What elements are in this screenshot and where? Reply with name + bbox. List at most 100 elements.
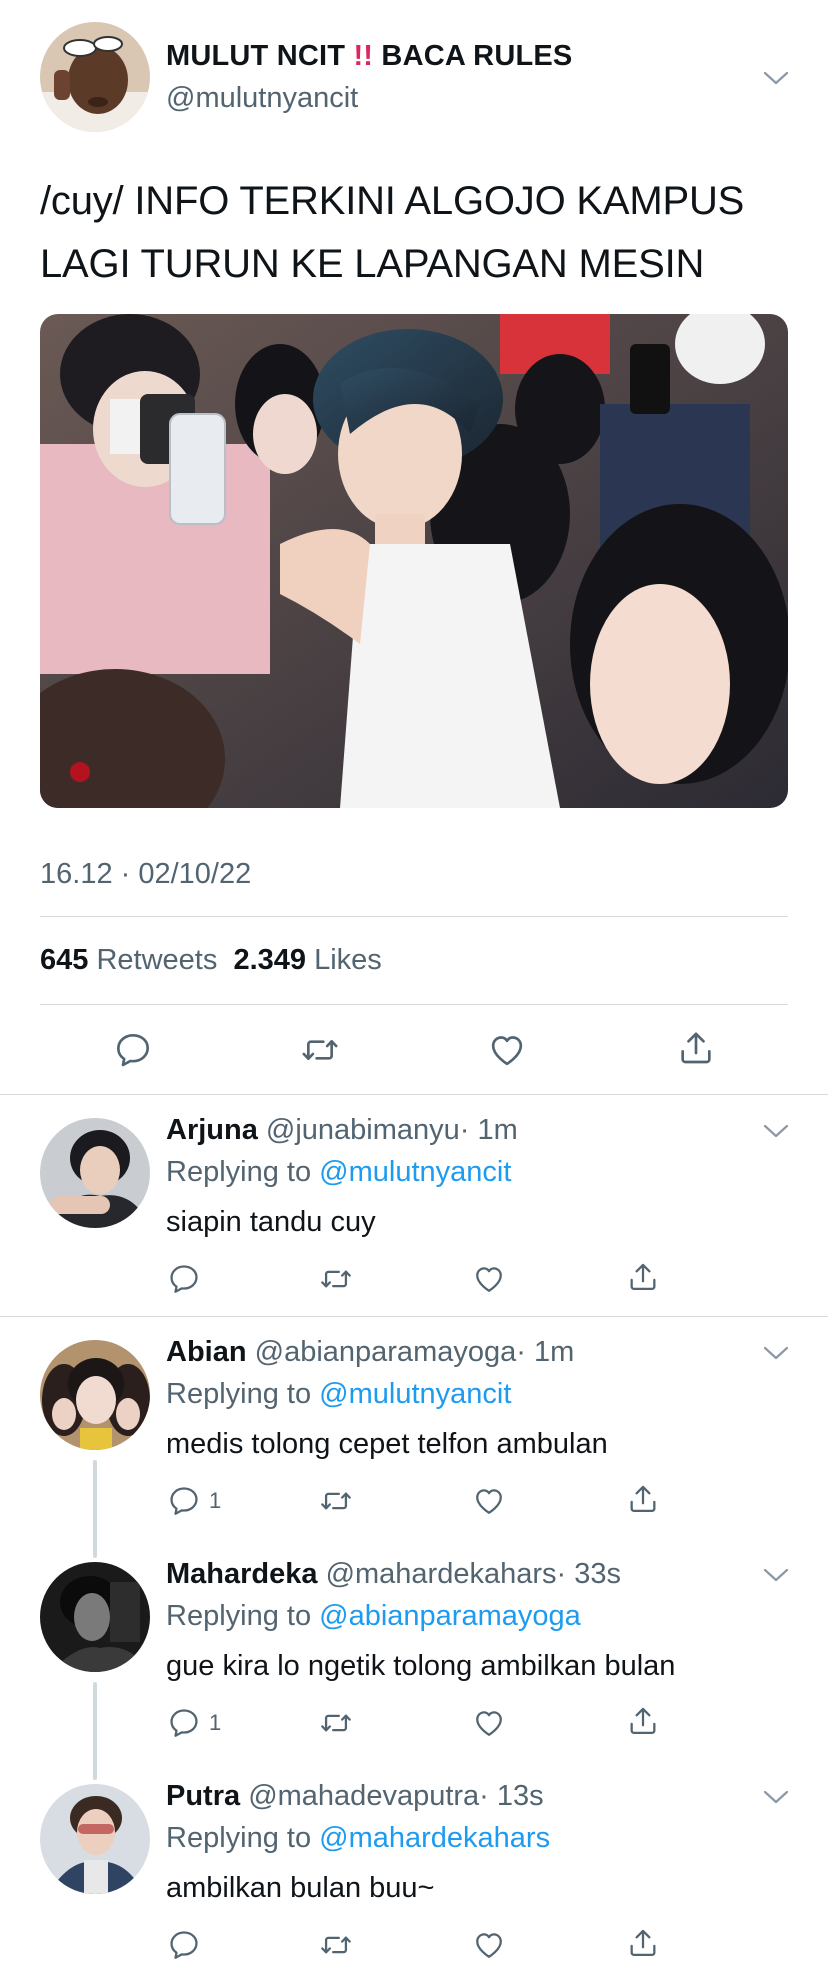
reply-time: · 33s: [556, 1558, 622, 1590]
replying-to: Replying to @mulutnyancit: [166, 1378, 511, 1411]
reply-header: Putra @mahadevaputra· 13s: [166, 1780, 544, 1813]
replying-to-label: Replying to: [166, 1156, 312, 1188]
divider: [0, 1316, 828, 1317]
retweet-icon: [318, 1706, 354, 1740]
double-exclamation-emoji: !!: [345, 40, 382, 72]
retweet-button[interactable]: [299, 1030, 341, 1070]
retweet-button[interactable]: [318, 1706, 354, 1740]
replying-to-link[interactable]: @mulutnyancit: [319, 1156, 511, 1188]
reply-icon: [167, 1484, 201, 1518]
share-button[interactable]: [626, 1704, 660, 1738]
main-avatar[interactable]: [40, 22, 150, 132]
replying-to: Replying to @abianparamayoga: [166, 1600, 581, 1633]
like-icon: [472, 1928, 506, 1962]
reply-header: Abian @abianparamayoga· 1m: [166, 1336, 574, 1369]
like-icon: [487, 1030, 527, 1070]
share-button[interactable]: [676, 1028, 716, 1068]
likes-stat[interactable]: 2.349 Likes: [233, 944, 381, 976]
reply-text: siapin tandu cuy: [166, 1206, 376, 1238]
avatar[interactable]: [40, 1118, 150, 1228]
replying-to-link[interactable]: @mahardekahars: [319, 1822, 550, 1854]
reply-icon: [113, 1030, 153, 1070]
thread-connector: [93, 1682, 97, 1780]
like-button[interactable]: [487, 1030, 527, 1070]
reply-author-name[interactable]: Arjuna: [166, 1114, 258, 1146]
engagement-stats: 645 Retweets 2.349 Likes: [40, 944, 382, 977]
divider: [40, 1004, 788, 1005]
likes-label: Likes: [314, 944, 382, 976]
likes-count: 2.349: [233, 944, 307, 976]
like-icon: [472, 1262, 506, 1296]
reply-author-name[interactable]: Putra: [166, 1780, 240, 1812]
replying-to-label: Replying to: [166, 1822, 312, 1854]
share-button[interactable]: [626, 1260, 660, 1294]
tweet-photo[interactable]: [40, 314, 788, 808]
chevron-down-icon[interactable]: [762, 1344, 790, 1362]
replying-to-link[interactable]: @abianparamayoga: [319, 1600, 581, 1632]
retweet-button[interactable]: [318, 1262, 354, 1296]
reply-button[interactable]: [167, 1928, 201, 1962]
reply-author-handle[interactable]: @mahadevaputra: [248, 1780, 479, 1812]
reply-time: · 13s: [479, 1780, 544, 1812]
share-icon: [626, 1260, 660, 1294]
tweet-timestamp: 16.12 · 02/10/22: [40, 858, 252, 890]
reply-count: 1: [209, 1488, 222, 1513]
tweet-text: /cuy/ INFO TERKINI ALGOJO KAMPUS LAGI TU…: [40, 170, 800, 296]
share-icon: [626, 1482, 660, 1516]
reply-text: ambilkan bulan buu~: [166, 1872, 435, 1904]
retweet-icon: [318, 1484, 354, 1518]
replying-to: Replying to @mahardekahars: [166, 1822, 550, 1855]
retweet-icon: [299, 1030, 341, 1070]
reply-button[interactable]: 1: [167, 1706, 221, 1740]
avatar[interactable]: [40, 1340, 150, 1450]
avatar[interactable]: [40, 1562, 150, 1672]
chevron-down-icon[interactable]: [762, 1122, 790, 1140]
main-handle[interactable]: @mulutnyancit: [166, 82, 358, 115]
retweet-button[interactable]: [318, 1484, 354, 1518]
main-display-name[interactable]: MULUT NCIT !! BACA RULES: [166, 40, 572, 73]
reply-time: · 1m: [459, 1114, 518, 1146]
like-button[interactable]: [472, 1706, 506, 1740]
reply-icon: [167, 1928, 201, 1962]
retweets-stat[interactable]: 645 Retweets: [40, 944, 217, 976]
like-icon: [472, 1706, 506, 1740]
like-button[interactable]: [472, 1262, 506, 1296]
display-name-text: MULUT NCIT: [166, 40, 346, 72]
share-icon: [626, 1704, 660, 1738]
share-button[interactable]: [626, 1482, 660, 1516]
reply-author-handle[interactable]: @junabimanyu: [266, 1114, 460, 1146]
reply-text: gue kira lo ngetik tolong ambilkan bulan: [166, 1650, 676, 1682]
replying-to-link[interactable]: @mulutnyancit: [319, 1378, 511, 1410]
reply-icon: [167, 1706, 201, 1740]
chevron-down-icon[interactable]: [762, 1566, 790, 1584]
retweets-count: 645: [40, 944, 89, 976]
reply-author-handle[interactable]: @mahardekahars: [326, 1558, 557, 1590]
like-button[interactable]: [472, 1484, 506, 1518]
reply-button[interactable]: [167, 1262, 201, 1296]
reply-text: medis tolong cepet telfon ambulan: [166, 1428, 608, 1460]
reply-header: Arjuna @junabimanyu· 1m: [166, 1114, 518, 1147]
reply-button[interactable]: 1: [167, 1484, 221, 1518]
reply-author-handle[interactable]: @abianparamayoga: [255, 1336, 517, 1368]
retweet-button[interactable]: [318, 1928, 354, 1962]
reply-count: 1: [209, 1710, 222, 1735]
reply-time: · 1m: [516, 1336, 575, 1368]
share-button[interactable]: [626, 1926, 660, 1960]
retweet-icon: [318, 1262, 354, 1296]
share-icon: [626, 1926, 660, 1960]
reply-author-name[interactable]: Abian: [166, 1336, 247, 1368]
like-button[interactable]: [472, 1928, 506, 1962]
divider: [0, 1094, 828, 1095]
reply-icon: [167, 1262, 201, 1296]
reply-author-name[interactable]: Mahardeka: [166, 1558, 318, 1590]
tweet-text-line-2: LAGI TURUN KE LAPANGAN MESIN: [40, 242, 705, 286]
like-icon: [472, 1484, 506, 1518]
reply-button[interactable]: [113, 1030, 153, 1070]
chevron-down-icon[interactable]: [762, 69, 790, 87]
thread-connector: [93, 1460, 97, 1558]
reply-header: Mahardeka @mahardekahars· 33s: [166, 1558, 621, 1591]
replying-to-label: Replying to: [166, 1378, 312, 1410]
avatar[interactable]: [40, 1784, 150, 1894]
chevron-down-icon[interactable]: [762, 1788, 790, 1806]
divider: [40, 916, 788, 917]
